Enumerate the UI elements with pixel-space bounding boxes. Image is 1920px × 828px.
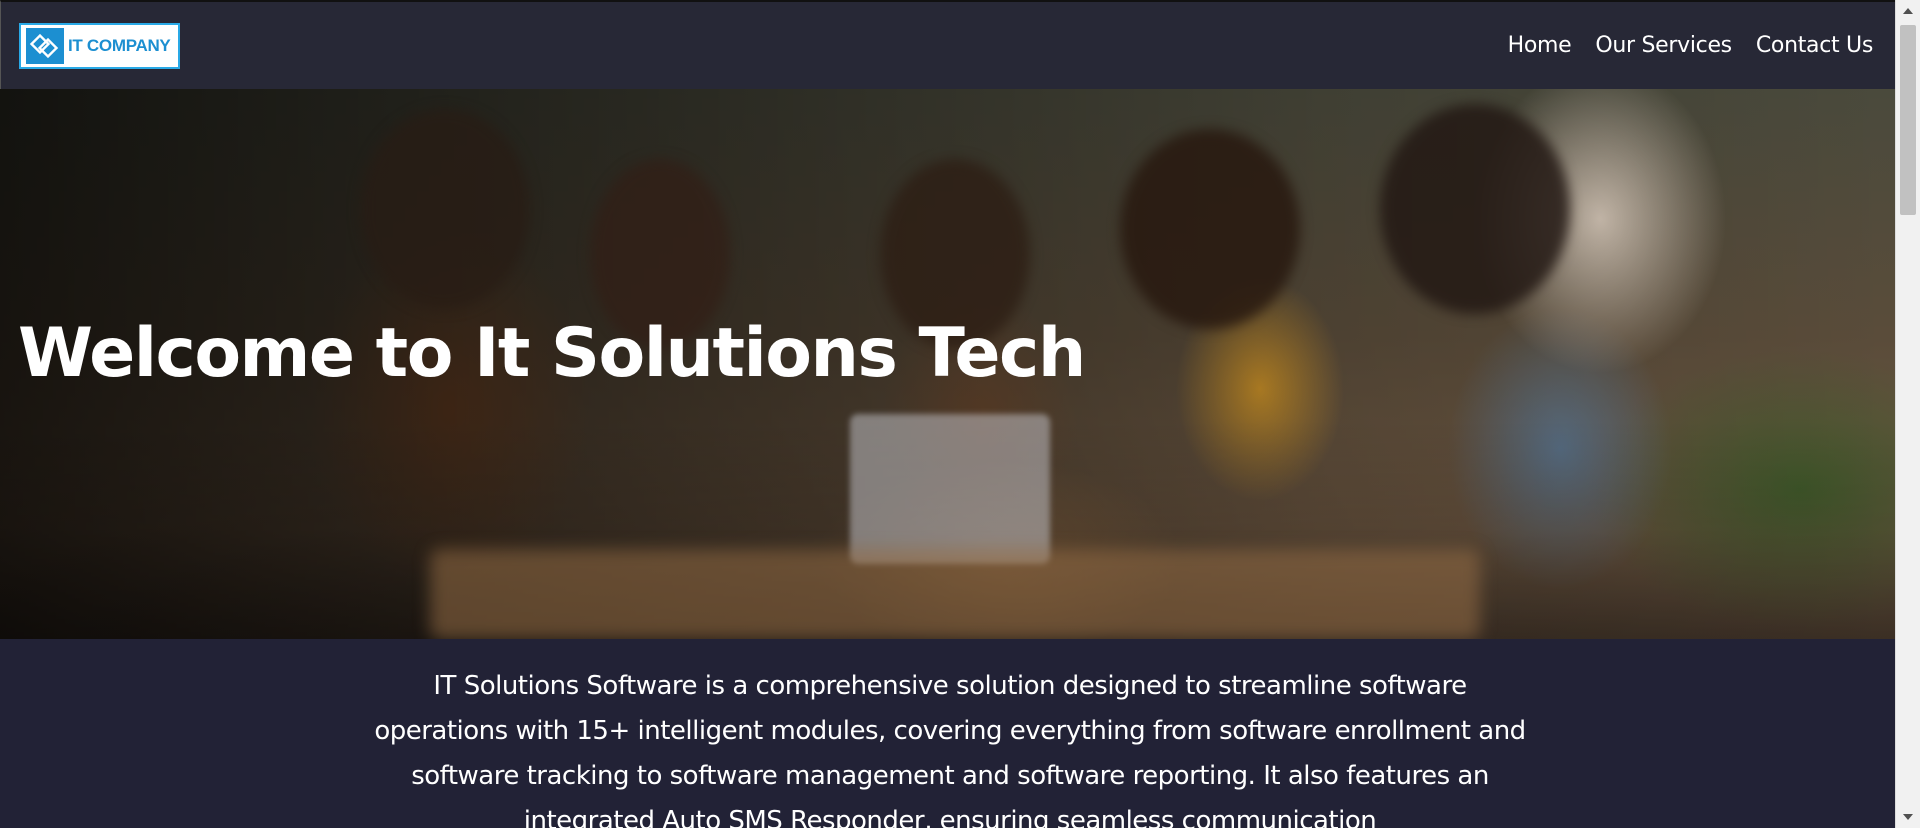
laptop-silhouette — [850, 414, 1050, 564]
main-nav: Home Our Services Contact Us — [1508, 33, 1874, 58]
company-logo[interactable]: IT COMPANY — [19, 22, 180, 69]
vertical-scrollbar[interactable] — [1895, 0, 1920, 828]
scroll-down-icon[interactable] — [1903, 814, 1913, 820]
scroll-thumb[interactable] — [1900, 25, 1916, 215]
nav-link-home[interactable]: Home — [1508, 33, 1572, 58]
nav-link-our-services[interactable]: Our Services — [1595, 33, 1732, 58]
hero-banner: Welcome to It Solutions Tech — [0, 89, 1895, 639]
person-silhouette — [1380, 104, 1570, 314]
nav-link-contact-us[interactable]: Contact Us — [1756, 33, 1873, 58]
logo-text: IT COMPANY — [68, 35, 171, 55]
scroll-up-icon[interactable] — [1903, 8, 1913, 14]
table-silhouette — [430, 549, 1480, 639]
navbar: IT COMPANY Home Our Services Contact Us — [0, 0, 1895, 89]
logo-icon — [26, 27, 64, 64]
page-viewport: IT COMPANY Home Our Services Contact Us … — [0, 0, 1895, 828]
hero-title: Welcome to It Solutions Tech — [18, 314, 1086, 393]
intro-description: IT Solutions Software is a comprehensive… — [374, 671, 1526, 828]
person-silhouette — [360, 109, 530, 309]
person-silhouette — [1120, 129, 1300, 329]
